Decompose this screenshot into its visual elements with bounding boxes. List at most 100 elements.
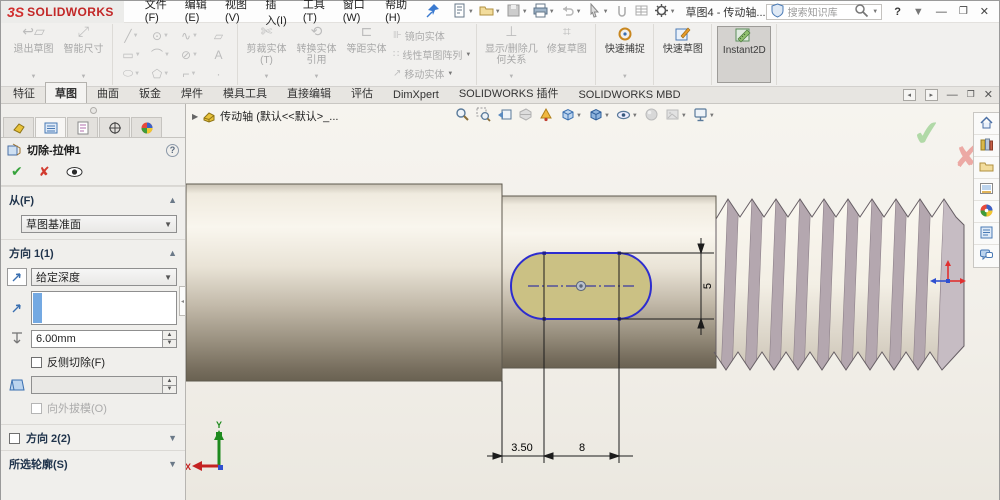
custom-properties-button[interactable] bbox=[974, 223, 999, 245]
panel-collapse-handle[interactable]: ◂ bbox=[179, 286, 186, 316]
depth-input[interactable]: 6.00mm ▲ ▼ bbox=[31, 330, 177, 348]
view-settings-button[interactable]: ▼ bbox=[692, 107, 716, 125]
previous-view-button[interactable] bbox=[496, 107, 513, 125]
appearances-button[interactable] bbox=[974, 201, 999, 223]
display-relations-button[interactable]: ⊥ 显示/删除几何关系 ▼ bbox=[482, 24, 540, 83]
confirm-corner-ok-icon[interactable]: ✔ bbox=[910, 112, 944, 156]
section-direction2[interactable]: 方向 2(2) ▼ bbox=[1, 424, 185, 450]
menu-4[interactable]: 工具(T) bbox=[296, 0, 334, 30]
section-direction1[interactable]: 方向 1(1) ▲ bbox=[1, 239, 185, 265]
offset-entities-button[interactable]: ⊏ 等距实体 bbox=[343, 24, 390, 83]
doc-close-button[interactable]: ✕ bbox=[984, 88, 993, 101]
design-library-button[interactable] bbox=[974, 135, 999, 157]
sketch-fillet-button[interactable]: ⌐ ▼ bbox=[176, 65, 203, 82]
cancel-button[interactable]: ✘ bbox=[39, 164, 50, 180]
menu-6[interactable]: 帮助(H) bbox=[378, 0, 417, 30]
from-select[interactable]: 草图基准面 ▼ bbox=[21, 215, 177, 233]
attach-button[interactable] bbox=[612, 2, 631, 22]
flyout-feature-tree[interactable]: ▶ 传动轴 (默认<<默认>_... bbox=[192, 108, 338, 124]
open-button[interactable]: ▼ bbox=[477, 2, 503, 22]
view-orientation-button[interactable]: ▼ bbox=[559, 107, 583, 125]
close-button[interactable]: ✕ bbox=[980, 5, 989, 18]
menu-1[interactable]: 编辑(E) bbox=[178, 0, 216, 30]
menu-2[interactable]: 视图(V) bbox=[218, 0, 256, 30]
end-condition-select[interactable]: 给定深度 ▼ bbox=[31, 268, 177, 286]
minimize-button[interactable]: — bbox=[936, 6, 947, 18]
forum-button[interactable] bbox=[974, 245, 999, 267]
tab-9[interactable]: SOLIDWORKS 插件 bbox=[449, 82, 569, 103]
next-document-icon[interactable]: ▸ bbox=[924, 88, 938, 101]
section-view-button[interactable] bbox=[517, 107, 534, 125]
shaft-threaded-section[interactable] bbox=[713, 194, 965, 376]
instant2d-button[interactable]: Instant2D bbox=[717, 26, 772, 83]
graphics-viewport[interactable]: ▶ 传动轴 (默认<<默认>_... ▼ ▼ ▼ ▼ ▼ ✔ ✘ 3.50 8 … bbox=[186, 104, 999, 500]
panel-grip[interactable] bbox=[1, 104, 185, 117]
save-button[interactable]: ▼ bbox=[504, 2, 530, 22]
edit-appearance-button[interactable] bbox=[643, 107, 660, 125]
section-from[interactable]: 从(F) ▲ bbox=[1, 186, 185, 212]
direction2-checkbox[interactable] bbox=[9, 432, 20, 444]
restore-button[interactable]: ❐ bbox=[959, 6, 968, 17]
print-button[interactable]: ▼ bbox=[531, 2, 557, 22]
tab-display-manager[interactable] bbox=[131, 117, 162, 137]
doc-restore-button[interactable]: ❐ bbox=[967, 89, 975, 100]
zoom-fit-button[interactable] bbox=[454, 107, 471, 125]
pin-icon[interactable] bbox=[425, 3, 440, 21]
slot-center-point[interactable] bbox=[575, 280, 587, 292]
sketch-rectangle-button[interactable]: ▭ ▼ bbox=[118, 46, 145, 63]
tab-2[interactable]: 曲面 bbox=[87, 82, 129, 103]
tab-8[interactable]: DimXpert bbox=[383, 86, 449, 103]
sketch-spline-button[interactable]: ∿ ▼ bbox=[176, 27, 203, 44]
tab-configurations[interactable] bbox=[67, 117, 98, 137]
apply-scene-button[interactable]: ▼ bbox=[664, 107, 688, 125]
dim-5[interactable]: 5 bbox=[702, 283, 714, 289]
move-entities-button[interactable]: ↗ 移动实体 ▼ bbox=[393, 66, 471, 81]
dim-3-50[interactable]: 3.50 bbox=[511, 442, 532, 454]
expand-tree-icon[interactable]: ▶ bbox=[192, 112, 198, 121]
collapse-icon[interactable]: ▲ bbox=[168, 195, 177, 205]
sketch-ellipse-button[interactable]: ⊘ ▼ bbox=[176, 46, 203, 63]
search-icon[interactable] bbox=[854, 3, 869, 21]
sketch-arc-button[interactable]: ⌒ ▼ bbox=[147, 46, 174, 63]
flip-side-checkbox[interactable]: 反侧切除(F) bbox=[1, 350, 185, 373]
tab-4[interactable]: 焊件 bbox=[171, 82, 213, 103]
direction-reference-box[interactable] bbox=[31, 291, 177, 325]
home-button[interactable] bbox=[974, 113, 999, 135]
rapid-sketch-button[interactable]: 快速草图 bbox=[659, 26, 706, 83]
menu-5[interactable]: 窗口(W) bbox=[336, 0, 376, 30]
sketch-slot-button[interactable]: ⬭ ▼ bbox=[118, 65, 145, 82]
collapse-icon[interactable]: ▲ bbox=[168, 248, 177, 258]
model-canvas[interactable]: 3.50 8 5 Y X bbox=[186, 104, 999, 500]
sketch-circle-button[interactable]: ⊙ ▼ bbox=[147, 27, 174, 44]
tab-1[interactable]: 草图 bbox=[45, 82, 87, 103]
select-button[interactable]: ▼ bbox=[585, 2, 611, 22]
undo-button[interactable]: ▼ bbox=[558, 2, 584, 22]
expand-icon[interactable]: ▼ bbox=[168, 433, 177, 443]
tab-10[interactable]: SOLIDWORKS MBD bbox=[568, 86, 690, 103]
exit-sketch-button[interactable]: ↩▱ 退出草图 ▼ bbox=[10, 24, 57, 83]
tab-6[interactable]: 直接编辑 bbox=[277, 82, 341, 103]
linear-pattern-button[interactable]: ∷ 线性草图阵列 ▼ bbox=[393, 47, 471, 62]
ok-button[interactable]: ✔ bbox=[11, 163, 23, 180]
search-caret-icon[interactable]: ▼ bbox=[872, 9, 878, 15]
shaft-large-section[interactable] bbox=[186, 183, 503, 382]
convert-entities-button[interactable]: ⟲ 转换实体引用 ▼ bbox=[293, 24, 340, 83]
reverse-direction-button[interactable] bbox=[7, 268, 27, 286]
menu-0[interactable]: 文件(F) bbox=[138, 0, 176, 30]
spinner-buttons[interactable]: ▲ ▼ bbox=[162, 331, 176, 347]
expand-icon[interactable]: ▼ bbox=[168, 459, 177, 469]
sketch-text-button[interactable]: A bbox=[205, 46, 232, 63]
help-button[interactable]: ? bbox=[894, 6, 901, 18]
preview-eye-icon[interactable] bbox=[66, 166, 83, 178]
tab-property-manager[interactable] bbox=[35, 117, 66, 137]
menu-3[interactable]: 插入(I) bbox=[258, 0, 293, 30]
trim-entities-button[interactable]: ✄ 剪裁实体(T) ▼ bbox=[243, 24, 290, 83]
section-contours[interactable]: 所选轮廓(S) ▼ bbox=[1, 450, 185, 476]
help-icon[interactable]: ? bbox=[166, 143, 179, 157]
file-explorer-button[interactable] bbox=[974, 157, 999, 179]
sketch-plane-button[interactable]: ▱ bbox=[205, 27, 232, 44]
tab-5[interactable]: 模具工具 bbox=[213, 82, 277, 103]
sketch-line-button[interactable]: ╱ ▼ bbox=[118, 27, 145, 44]
help-caret-icon[interactable]: ▼ bbox=[913, 6, 924, 17]
tab-7[interactable]: 评估 bbox=[341, 82, 383, 103]
